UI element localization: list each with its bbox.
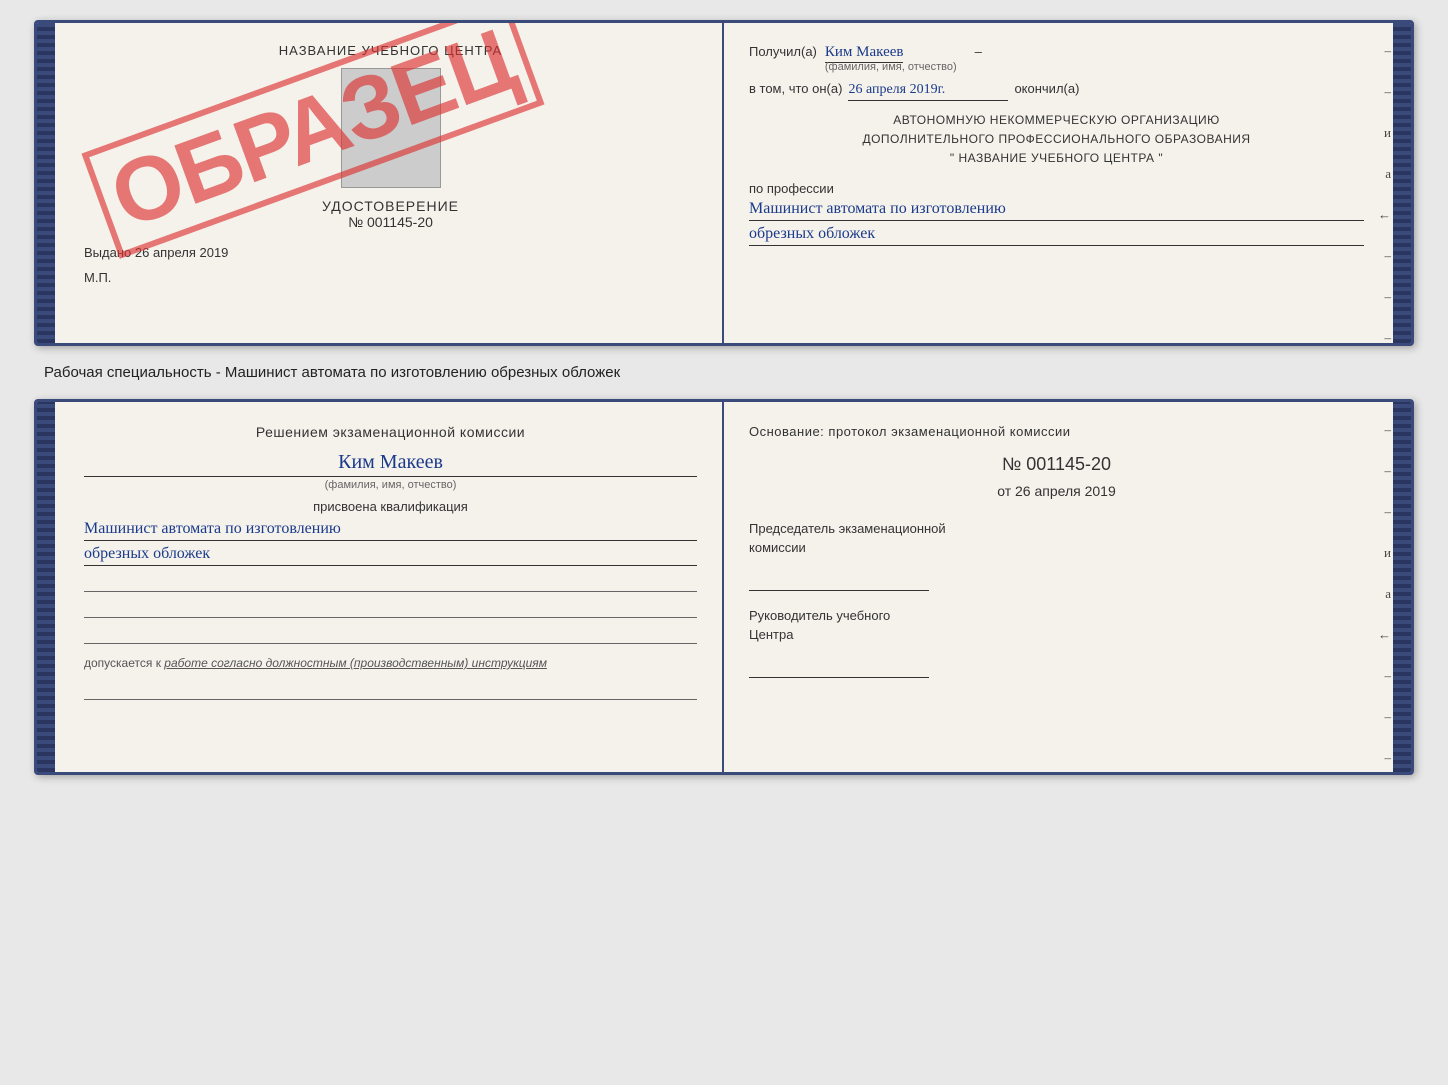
date-prefix: в том, что он(а) (749, 81, 842, 96)
profession-label: по профессии (749, 181, 1364, 196)
marker-2: – (1385, 84, 1392, 100)
qualification-line1: Машинист автомата по изготовлению (84, 520, 697, 541)
qualification-label: присвоена квалификация (84, 499, 697, 514)
marker-b6: ← (1378, 627, 1391, 643)
person-sublabel: (фамилия, имя, отчество) (84, 479, 697, 491)
marker-b9: – (1385, 750, 1392, 766)
date-prefix: от (997, 483, 1011, 499)
date-value: 26 апреля 2019г. (848, 82, 1008, 101)
marker-1: – (1385, 43, 1392, 59)
protocol-number: № 001145-20 (749, 454, 1364, 475)
qualification-line2: обрезных обложек (84, 545, 697, 566)
issued-date: 26 апреля 2019 (135, 245, 229, 260)
certificate-label: УДОСТОВЕРЕНИЕ (84, 198, 697, 214)
marker-b3: – (1385, 504, 1392, 520)
right-markers-top: – – и а ← – – – – (1378, 43, 1391, 346)
marker-b8: – (1385, 709, 1392, 725)
bottom-document: Решением экзаменационной комиссии Ким Ма… (34, 399, 1414, 775)
marker-b5: а (1385, 586, 1391, 602)
marker-8: – (1385, 330, 1392, 346)
finished-label: окончил(а) (1014, 81, 1079, 96)
chairman-label2: комиссии (749, 540, 806, 555)
head-sig-line (749, 660, 929, 678)
profession-line2: обрезных обложек (749, 225, 1364, 246)
head-label2: Центра (749, 627, 793, 642)
issued-text: Выдано (84, 245, 131, 260)
admission-italic: работе согласно должностным (производств… (164, 656, 547, 670)
issued-line: Выдано 26 апреля 2019 (84, 245, 697, 260)
recipient-line: Получил(а) Ким Макеев (фамилия, имя, отч… (749, 43, 1364, 73)
bottom-doc-left: Решением экзаменационной комиссии Ким Ма… (37, 402, 724, 772)
specialty-text: Рабочая специальность - Машинист автомат… (34, 364, 1414, 381)
recipient-sublabel: (фамилия, имя, отчество) (825, 61, 957, 73)
top-doc-right: Получил(а) Ким Макеев (фамилия, имя, отч… (724, 23, 1411, 343)
bottom-right-content: Основание: протокол экзаменационной коми… (749, 422, 1386, 678)
head-label: Руководитель учебного Центра (749, 606, 1364, 645)
training-center-title: НАЗВАНИЕ УЧЕБНОГО ЦЕНТРА (84, 43, 697, 58)
top-right-content: Получил(а) Ким Макеев (фамилия, имя, отч… (749, 43, 1386, 246)
marker-7: – (1385, 289, 1392, 305)
marker-b4: и (1384, 545, 1391, 561)
bottom-left-content: Решением экзаменационной комиссии Ким Ма… (62, 422, 697, 700)
empty-line-2 (84, 598, 697, 618)
marker-b2: – (1385, 463, 1392, 479)
document-container: НАЗВАНИЕ УЧЕБНОГО ЦЕНТРА УДОСТОВЕРЕНИЕ №… (34, 20, 1414, 775)
marker-b7: – (1385, 668, 1392, 684)
marker-3: и (1384, 125, 1391, 141)
photo-placeholder (341, 68, 441, 188)
admission-label: допускается к (84, 656, 161, 670)
profession-line1: Машинист автомата по изготовлению (749, 200, 1364, 221)
date-field: в том, что он(а) 26 апреля 2019г. окончи… (749, 81, 1364, 101)
dash-separator: – (975, 44, 982, 59)
certificate-block: УДОСТОВЕРЕНИЕ № 001145-20 (84, 198, 697, 230)
person-name: Ким Макеев (84, 451, 697, 477)
head-block: Руководитель учебного Центра (749, 606, 1364, 678)
empty-line-3 (84, 624, 697, 644)
commission-title: Решением экзаменационной комиссии (84, 422, 697, 443)
chairman-label: Председатель экзаменационной комиссии (749, 519, 1364, 558)
marker-4: а (1385, 166, 1391, 182)
org-line1: АВТОНОМНУЮ НЕКОММЕРЧЕСКУЮ ОРГАНИЗАЦИЮ (893, 113, 1220, 127)
org-line3: " НАЗВАНИЕ УЧЕБНОГО ЦЕНТРА " (950, 151, 1163, 165)
head-label1: Руководитель учебного (749, 608, 890, 623)
profession-block: по профессии Машинист автомата по изгото… (749, 181, 1364, 246)
certificate-number: № 001145-20 (84, 214, 697, 230)
top-document: НАЗВАНИЕ УЧЕБНОГО ЦЕНТРА УДОСТОВЕРЕНИЕ №… (34, 20, 1414, 346)
empty-line-4 (84, 680, 697, 700)
mp-label: М.П. (84, 270, 697, 285)
empty-line-1 (84, 572, 697, 592)
date-line: от 26 апреля 2019 (749, 483, 1364, 499)
basis-text: Основание: протокол экзаменационной коми… (749, 422, 1364, 442)
right-markers-bottom: – – – и а ← – – – – (1378, 422, 1391, 775)
marker-b1: – (1385, 422, 1392, 438)
org-text: АВТОНОМНУЮ НЕКОММЕРЧЕСКУЮ ОРГАНИЗАЦИЮ ДО… (749, 111, 1364, 169)
top-left-content: НАЗВАНИЕ УЧЕБНОГО ЦЕНТРА УДОСТОВЕРЕНИЕ №… (62, 43, 697, 285)
date-value: 26 апреля 2019 (1015, 483, 1116, 499)
recipient-prefix: Получил(а) (749, 44, 817, 59)
chairman-label1: Председатель экзаменационной (749, 521, 946, 536)
org-line2: ДОПОЛНИТЕЛЬНОГО ПРОФЕССИОНАЛЬНОГО ОБРАЗО… (862, 132, 1250, 146)
marker-5: ← (1378, 207, 1391, 223)
top-doc-left: НАЗВАНИЕ УЧЕБНОГО ЦЕНТРА УДОСТОВЕРЕНИЕ №… (37, 23, 724, 343)
marker-6: – (1385, 248, 1392, 264)
chairman-sig-line (749, 573, 929, 591)
admission-text: допускается к работе согласно должностны… (84, 654, 697, 672)
bottom-doc-right: Основание: протокол экзаменационной коми… (724, 402, 1411, 772)
recipient-block: Ким Макеев (фамилия, имя, отчество) (825, 43, 957, 73)
chairman-block: Председатель экзаменационной комиссии (749, 519, 1364, 591)
